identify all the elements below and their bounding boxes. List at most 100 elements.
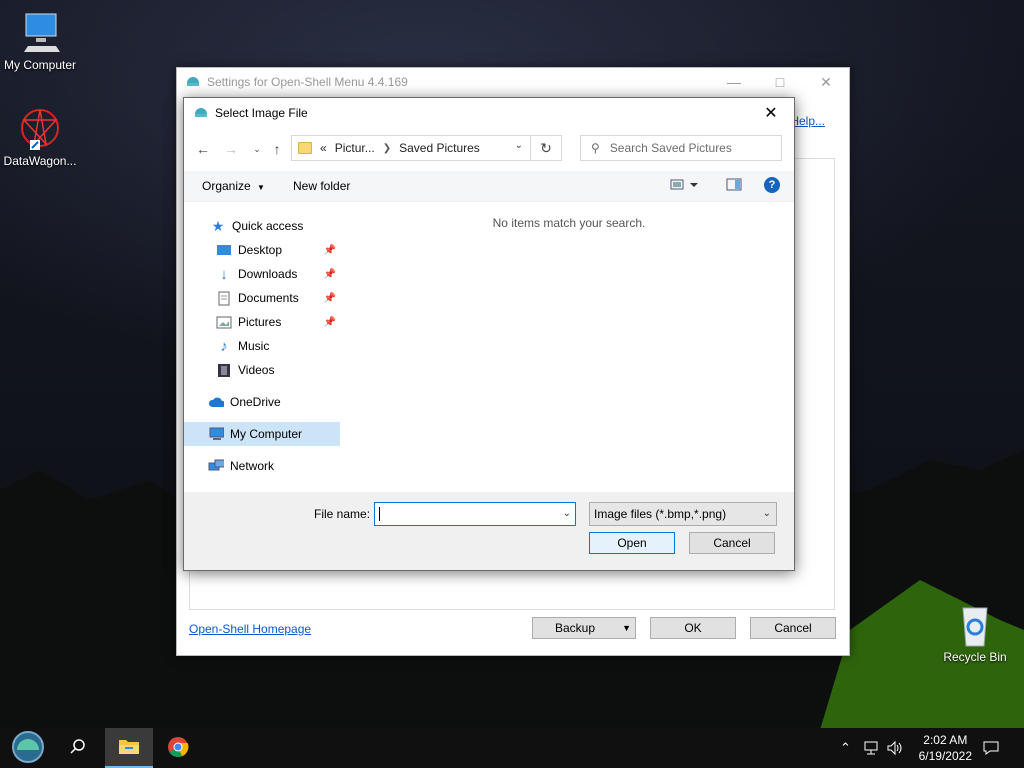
pin-icon: 📌 (323, 268, 336, 280)
nav-item-downloads[interactable]: ↓ Downloads 📌 (184, 262, 340, 286)
file-name-input[interactable]: ⌄ (374, 502, 576, 526)
close-icon[interactable]: ✕ (803, 68, 849, 96)
clock[interactable]: 2:02 AM 6/19/2022 (919, 732, 972, 764)
organize-label: Organize (202, 179, 251, 193)
nav-label: Videos (238, 363, 275, 377)
help-icon[interactable]: ? (764, 177, 780, 193)
minimize-icon[interactable]: — (711, 68, 757, 96)
clock-time: 2:02 AM (923, 733, 968, 747)
settings-window-controls: — □ ✕ (711, 68, 849, 96)
search-placeholder: Search Saved Pictures (609, 141, 732, 155)
breadcrumb-pictures[interactable]: Pictur... (335, 141, 375, 155)
navigation-pane: ★ Quick access Desktop 📌 ↓ Downloads 📌 D… (184, 202, 344, 492)
search-button[interactable] (54, 728, 102, 768)
settings-title: Settings for Open-Shell Menu 4.4.169 (207, 75, 408, 89)
backup-button[interactable]: Backup ▼ (532, 617, 636, 639)
ok-button[interactable]: OK (650, 617, 736, 639)
nav-item-desktop[interactable]: Desktop 📌 (184, 238, 340, 262)
volume-icon[interactable] (886, 740, 904, 759)
open-shell-icon (185, 73, 201, 92)
datawagon-icon (16, 104, 64, 152)
chrome-taskbar-button[interactable] (154, 728, 202, 768)
nav-label: Quick access (232, 219, 304, 233)
nav-item-network[interactable]: Network (184, 454, 340, 478)
desktop-icon-recycle-bin[interactable]: Recycle Bin (935, 600, 1015, 664)
navigation-bar: ← → ⌄ ↑ « Pictur... ❯ Saved Pictures ⌄ ↻… (184, 134, 794, 164)
up-arrow-icon[interactable]: ↑ (266, 138, 288, 160)
nav-item-onedrive[interactable]: OneDrive (184, 390, 340, 414)
file-list[interactable]: No items match your search. (344, 202, 794, 492)
recycle-bin-icon (951, 600, 999, 648)
view-options-icon[interactable] (670, 177, 700, 196)
pin-icon: 📌 (323, 316, 336, 328)
empty-message: No items match your search. (492, 216, 646, 230)
search-box[interactable]: ⚲ Search Saved Pictures (580, 135, 782, 161)
search-icon: ⚲ (591, 141, 600, 155)
desktop-icon-datawagon[interactable]: DataWagon... (0, 104, 80, 168)
forward-arrow-icon[interactable]: → (220, 138, 242, 160)
nav-label: Desktop (238, 243, 283, 257)
open-button[interactable]: Open (589, 532, 675, 554)
new-folder-button[interactable]: New folder (293, 179, 350, 193)
desktop-icon-label: Recycle Bin (943, 650, 1007, 664)
file-explorer-icon (118, 737, 140, 758)
chevron-down-icon: ⌄ (762, 508, 771, 519)
nav-item-pictures[interactable]: Pictures 📌 (184, 310, 340, 334)
nav-label: Pictures (238, 315, 282, 329)
breadcrumb-separator-icon: ❯ (382, 142, 392, 154)
nav-item-my-computer[interactable]: My Computer (184, 422, 340, 446)
open-shell-start-icon (11, 730, 45, 767)
help-link[interactable]: Help... (790, 114, 825, 128)
file-name-label: File name: (314, 507, 371, 521)
dialog-toolbar: Organize ▼ New folder ? (184, 171, 794, 202)
network-icon (208, 458, 224, 474)
nav-item-quick-access[interactable]: ★ Quick access (184, 214, 366, 238)
dialog-titlebar[interactable]: Select Image File (184, 98, 794, 128)
chevron-up-icon[interactable]: ⌃ (840, 740, 851, 756)
desktop-icon-my-computer[interactable]: My Computer (0, 8, 80, 72)
nav-item-music[interactable]: ♪ Music (184, 334, 340, 358)
homepage-link[interactable]: Open-Shell Homepage (189, 622, 311, 636)
notification-icon[interactable] (982, 740, 1000, 759)
start-button[interactable] (4, 728, 52, 768)
taskbar: ⌃ 2:02 AM 6/19/2022 (0, 728, 1024, 768)
nav-label: My Computer (230, 427, 303, 441)
computer-icon (208, 426, 224, 442)
nav-label: Music (238, 339, 270, 353)
file-type-select[interactable]: Image files (*.bmp,*.png) ⌄ (589, 502, 777, 526)
preview-pane-icon[interactable] (726, 177, 742, 196)
network-tray-icon[interactable] (862, 740, 880, 759)
music-icon: ♪ (220, 337, 228, 355)
recent-locations-chevron-icon[interactable]: ⌄ (246, 138, 268, 160)
desktop-icon-label: My Computer (3, 58, 77, 72)
back-arrow-icon[interactable]: ← (192, 138, 214, 160)
address-bar[interactable]: « Pictur... ❯ Saved Pictures ⌄ ↻ (291, 135, 562, 161)
cloud-icon (208, 394, 224, 410)
nav-item-videos[interactable]: Videos (184, 358, 340, 382)
file-type-value: Image files (*.bmp,*.png) (594, 507, 727, 521)
nav-label: OneDrive (230, 395, 281, 409)
refresh-icon[interactable]: ↻ (530, 136, 561, 160)
document-icon (216, 290, 232, 306)
cancel-button[interactable]: Cancel (689, 532, 775, 554)
maximize-icon[interactable]: □ (757, 68, 803, 96)
download-icon: ↓ (220, 265, 228, 283)
breadcrumb-prefix[interactable]: « (320, 141, 327, 155)
open-shell-icon (193, 104, 209, 123)
close-icon[interactable]: ✕ (748, 98, 794, 128)
organize-button[interactable]: Organize ▼ (202, 179, 265, 193)
file-explorer-taskbar-button[interactable] (105, 728, 153, 768)
text-caret (379, 507, 380, 521)
select-image-dialog: Select Image File ✕ ← → ⌄ ↑ « Pictur... … (183, 97, 795, 571)
dialog-title: Select Image File (215, 106, 308, 120)
breadcrumb-saved-pictures[interactable]: Saved Pictures (399, 141, 480, 155)
star-icon: ★ (211, 217, 225, 234)
computer-icon (16, 8, 64, 56)
chevron-down-icon[interactable]: ⌄ (563, 508, 571, 519)
settings-cancel-button[interactable]: Cancel (750, 617, 836, 639)
folder-icon (298, 142, 312, 154)
nav-item-documents[interactable]: Documents 📌 (184, 286, 340, 310)
chevron-down-icon[interactable]: ⌄ (515, 140, 523, 151)
pictures-icon (216, 314, 232, 330)
dialog-footer: File name: ⌄ Image files (*.bmp,*.png) ⌄… (184, 492, 794, 570)
